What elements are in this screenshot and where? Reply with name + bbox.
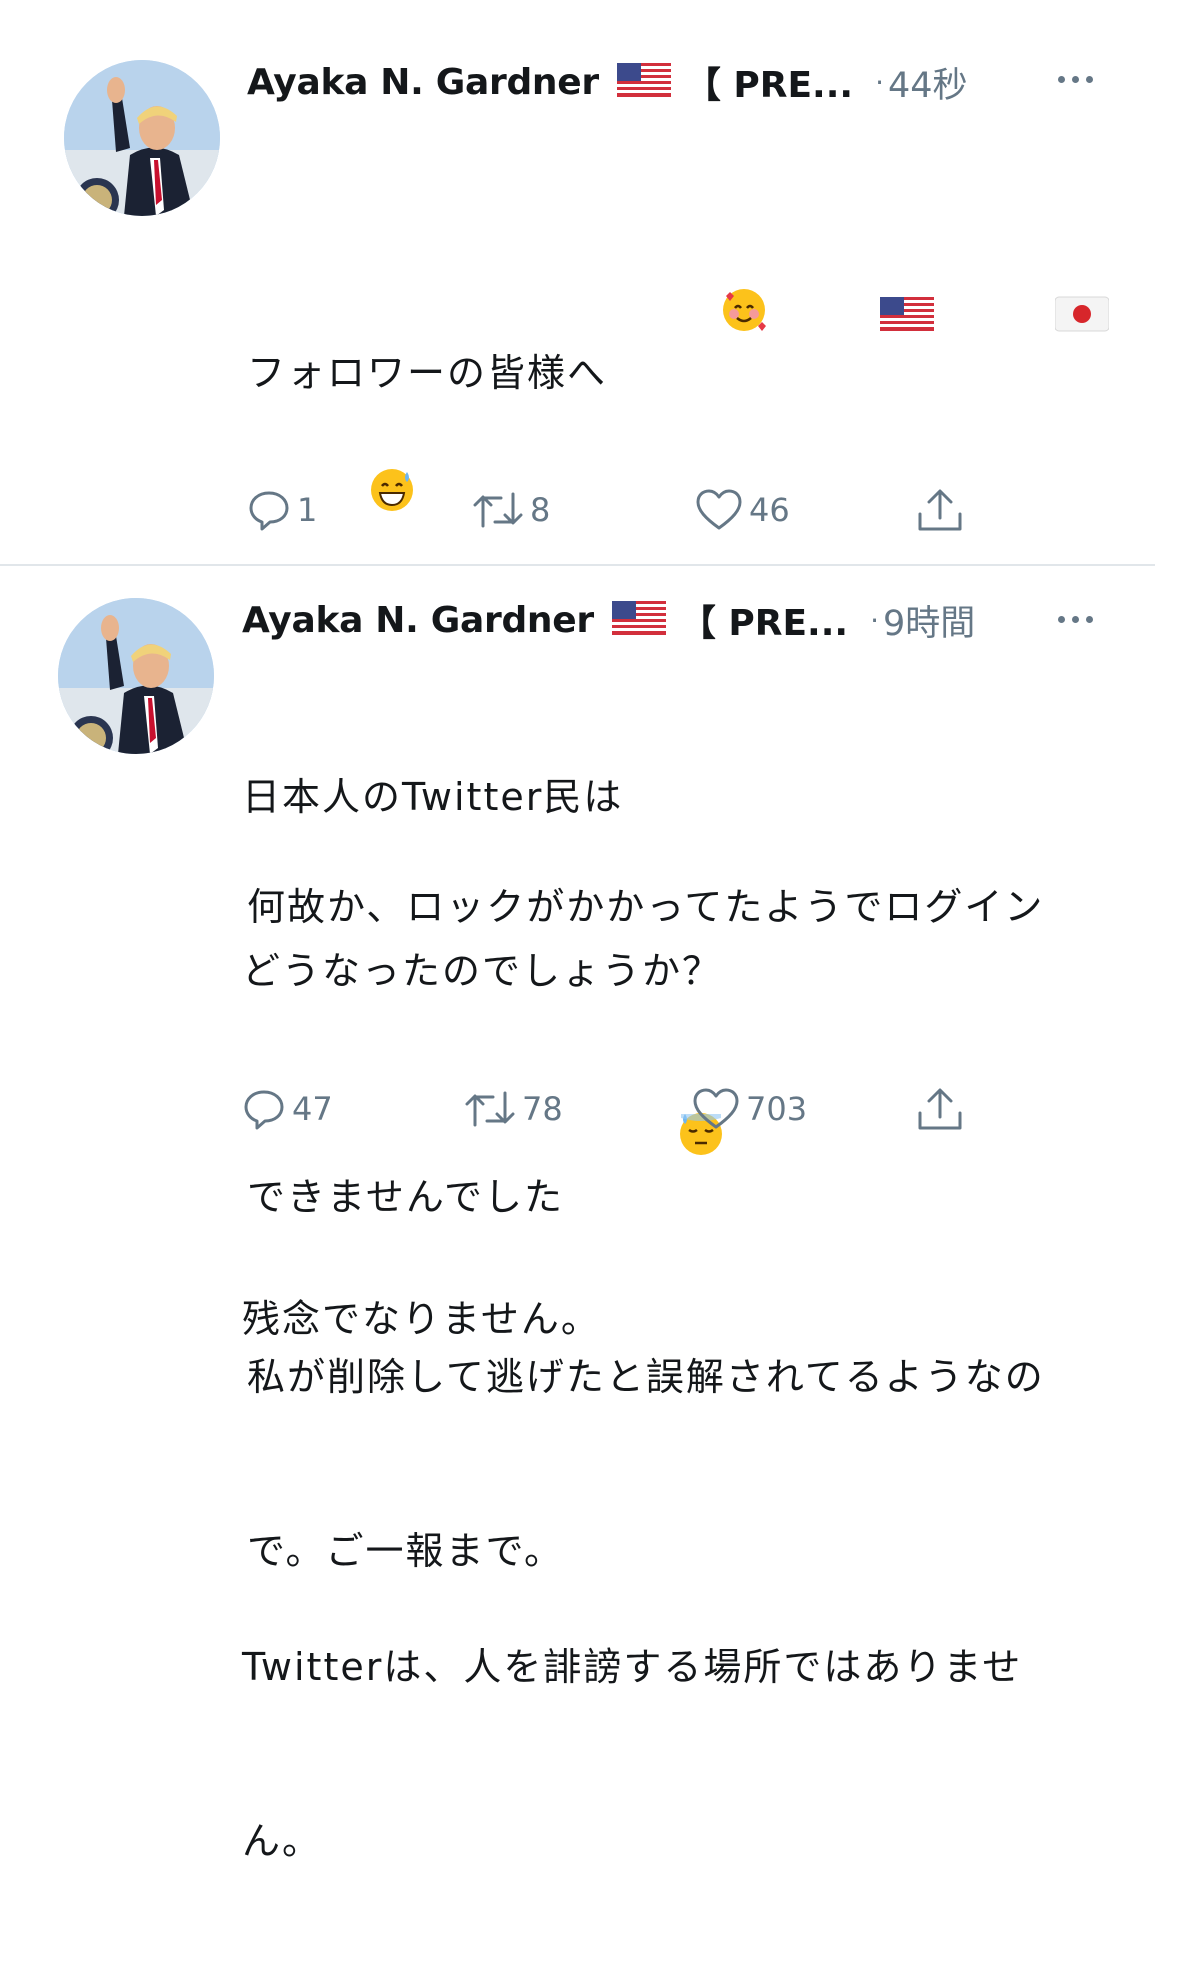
avatar[interactable] xyxy=(58,598,214,754)
author-name-suffix: 【 PRE... xyxy=(684,65,854,106)
text-line: Twitterは、人を誹謗する場所ではありませ xyxy=(242,1645,1023,1689)
tweet-actions: 1 8 46 xyxy=(247,485,1007,535)
text-line: ん。 xyxy=(242,1819,323,1863)
retweet-button[interactable]: 78 xyxy=(464,1084,563,1134)
heart-icon xyxy=(696,489,742,530)
reply-count: 47 xyxy=(292,1090,333,1128)
us-flag-icon xyxy=(611,601,666,639)
share-icon xyxy=(918,489,962,531)
more-options-icon[interactable] xyxy=(1058,76,1093,83)
tweet-header: Ayaka N. Gardner 【 PRE... · 44秒 xyxy=(247,52,968,112)
timestamp[interactable]: 44秒 xyxy=(888,57,968,108)
separator-dot: · xyxy=(870,603,879,637)
retweet-button[interactable]: 8 xyxy=(472,485,550,535)
retweet-icon xyxy=(473,492,523,528)
more-options-icon[interactable] xyxy=(1058,616,1093,623)
avatar[interactable] xyxy=(64,60,220,216)
tweet[interactable]: Ayaka N. Gardner 【 PRE... · 9時間 日本人のTwit… xyxy=(0,566,1200,1863)
text-line: 日本人のTwitter民は xyxy=(242,775,624,819)
text-line: 残念でなりません。 xyxy=(242,1297,601,1341)
retweet-count: 8 xyxy=(530,491,551,529)
author-name[interactable]: Ayaka N. Gardner xyxy=(242,600,594,641)
retweet-icon xyxy=(465,1091,515,1127)
text-line: フォロワーの皆様へ xyxy=(247,351,608,395)
smiling-face-with-hearts-icon xyxy=(607,228,768,408)
tweet-actions: 47 78 703 xyxy=(242,1084,1002,1134)
japan-flag-icon xyxy=(942,234,1110,408)
author-name-suffix: 【 PRE... xyxy=(679,603,849,644)
text-line: どうなったのでしょうか？ xyxy=(242,949,723,993)
reply-count: 1 xyxy=(297,491,318,529)
us-flag-icon xyxy=(768,234,935,408)
share-button[interactable] xyxy=(915,485,965,535)
reply-icon xyxy=(244,1090,284,1130)
timestamp[interactable]: 9時間 xyxy=(883,595,975,646)
us-flag-icon xyxy=(616,63,671,101)
tweet-header: Ayaka N. Gardner 【 PRE... · 9時間 xyxy=(242,590,975,650)
author-name[interactable]: Ayaka N. Gardner xyxy=(247,62,599,103)
reply-icon xyxy=(249,491,289,531)
reply-button[interactable]: 47 xyxy=(242,1084,333,1134)
tweet-text: 日本人のTwitter民は どうなったのでしょうか？ ​ 残念でなりません。 ​… xyxy=(242,652,1142,1986)
retweet-count: 78 xyxy=(522,1090,563,1128)
like-button[interactable]: 46 xyxy=(695,485,790,535)
share-button[interactable] xyxy=(915,1084,965,1134)
heart-icon xyxy=(693,1088,739,1129)
like-count: 46 xyxy=(749,491,790,529)
like-button[interactable]: 703 xyxy=(692,1084,807,1134)
tweet[interactable]: Ayaka N. Gardner 【 PRE... · 44秒 フォロワーの皆様… xyxy=(0,0,1200,1573)
share-icon xyxy=(918,1088,962,1130)
reply-button[interactable]: 1 xyxy=(247,485,317,535)
like-count: 703 xyxy=(746,1090,808,1128)
separator-dot: · xyxy=(875,65,884,99)
text-line: ​ xyxy=(242,1464,1142,1522)
